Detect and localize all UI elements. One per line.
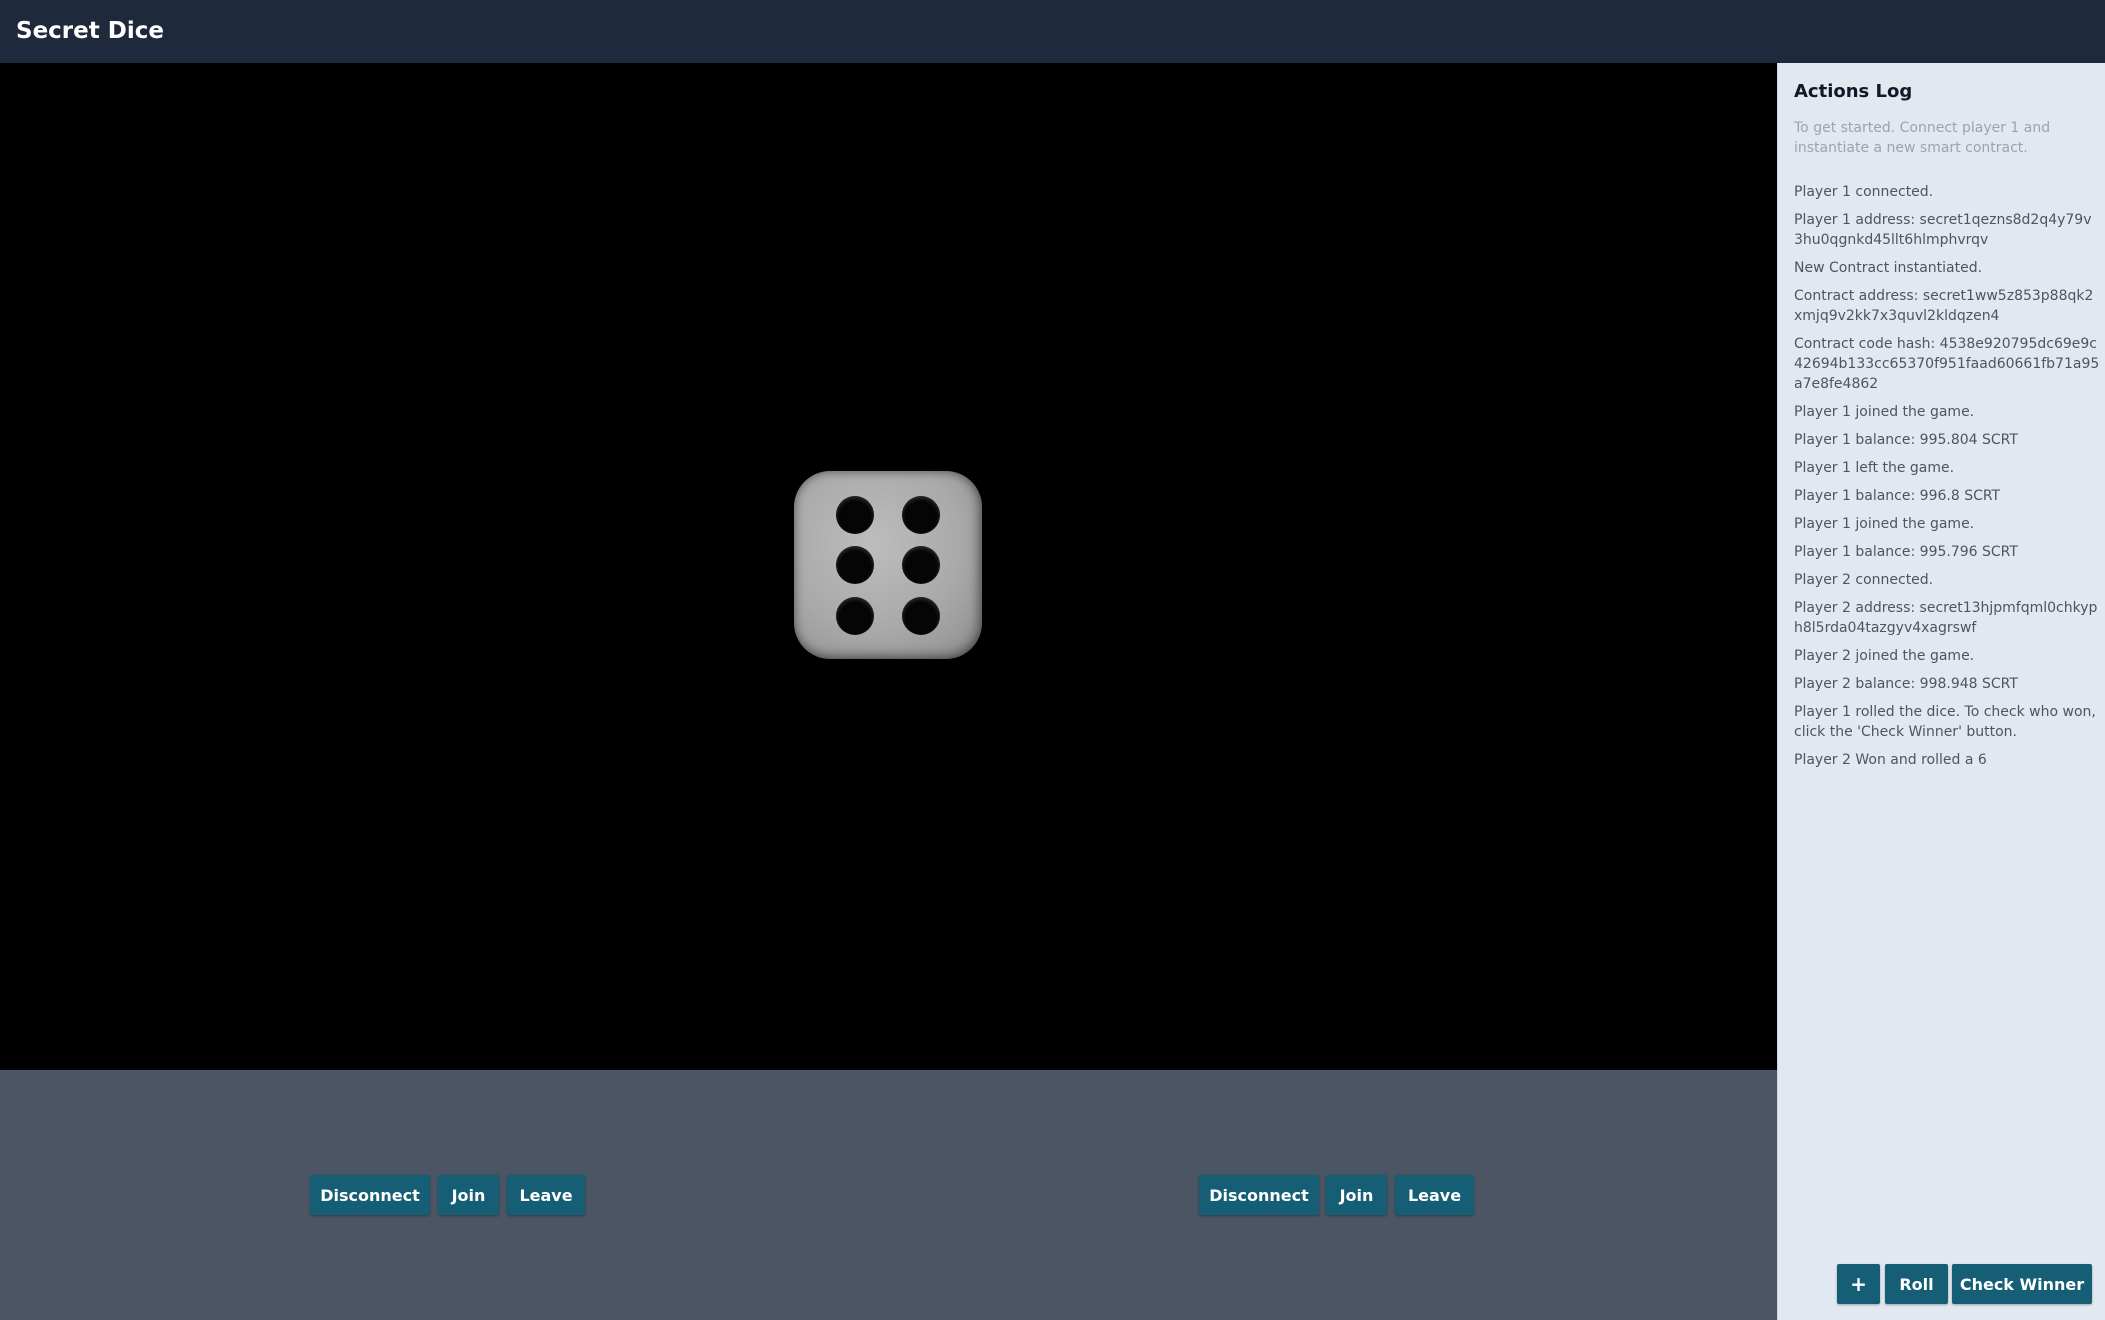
log-entry: Player 1 balance: 996.8 SCRT [1794,488,2001,504]
player1-leave-button[interactable]: Leave [507,1175,585,1215]
add-button[interactable]: + [1837,1264,1880,1304]
actions-log-sidebar[interactable]: Actions Log To get started. Connect play… [1777,63,2105,1320]
log-entry: Player 2 balance: 998.948 SCRT [1794,676,2018,692]
actions-log-list: Player 1 connected. Player 1 address: se… [1794,182,2100,778]
check-winner-button[interactable]: Check Winner [1952,1264,2092,1304]
actions-log-title: Actions Log [1794,81,1913,102]
log-entry: New Contract instantiated. [1794,260,1983,276]
log-entry: Contract code hash: 4538e920795dc69e9c42… [1794,336,2100,392]
log-entry: Player 2 connected. [1794,572,1934,588]
roll-button[interactable]: Roll [1885,1264,1948,1304]
log-entry: Player 1 address: secret1qezns8d2q4y79v3… [1794,212,2092,248]
player2-leave-button[interactable]: Leave [1395,1175,1474,1215]
log-entry: Player 2 address: secret13hjpmfqml0chkyp… [1794,600,2098,636]
log-entry: Player 1 connected. [1794,184,1934,200]
dice-pip [902,496,940,534]
player2-disconnect-button[interactable]: Disconnect [1199,1175,1319,1215]
log-entry: Player 1 balance: 995.796 SCRT [1794,544,2018,560]
log-entry: Contract address: secret1ww5z853p88qk2xm… [1794,288,2094,324]
log-entry: Player 1 left the game. [1794,460,1955,476]
dice-pip [836,597,874,635]
player1-join-button[interactable]: Join [438,1175,499,1215]
log-entry: Player 1 rolled the dice. To check who w… [1794,704,2096,740]
dice [794,471,982,659]
dice-pip [836,546,874,584]
player-controls: Disconnect Join Leave Disconnect Join Le… [0,1070,1777,1320]
log-entry: Player 1 joined the game. [1794,516,1975,532]
player1-disconnect-button[interactable]: Disconnect [310,1175,430,1215]
log-entry: Player 1 balance: 995.804 SCRT [1794,432,2018,448]
log-entry: Player 2 Won and rolled a 6 [1794,752,1987,768]
dice-pip [836,496,874,534]
top-bar: Secret Dice [0,0,2105,63]
dice-pip [902,546,940,584]
log-entry: Player 1 joined the game. [1794,404,1975,420]
app-title: Secret Dice [16,18,164,44]
dice-stage [0,63,1777,1070]
dice-pip [902,597,940,635]
actions-log-hint: To get started. Connect player 1 and ins… [1794,120,2051,156]
player2-join-button[interactable]: Join [1326,1175,1387,1215]
log-entry: Player 2 joined the game. [1794,648,1975,664]
